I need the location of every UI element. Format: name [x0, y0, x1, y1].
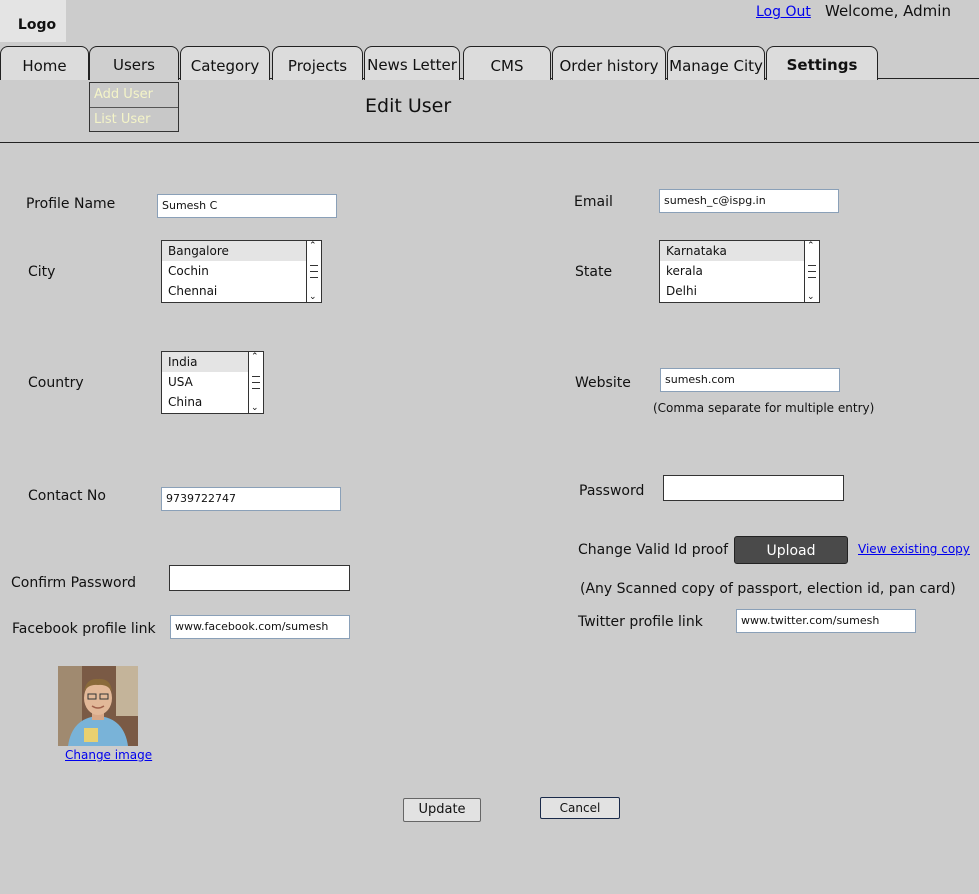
- password-input[interactable]: [663, 475, 844, 501]
- tab-users[interactable]: Users: [89, 46, 179, 80]
- tab-home[interactable]: Home: [0, 46, 89, 80]
- scroll-down-icon[interactable]: ⌄: [251, 403, 259, 413]
- tab-settings[interactable]: Settings: [766, 46, 878, 80]
- tab-cms[interactable]: CMS: [463, 46, 551, 80]
- website-hint: (Comma separate for multiple entry): [653, 401, 875, 415]
- update-button[interactable]: Update: [403, 798, 481, 822]
- state-listbox[interactable]: Karnataka kerala Delhi ⌃ ⌄: [659, 240, 820, 303]
- scroll-up-icon[interactable]: ⌃: [807, 241, 815, 251]
- tab-projects[interactable]: Projects: [272, 46, 363, 80]
- city-label: City: [28, 264, 56, 280]
- twitter-input[interactable]: www.twitter.com/sumesh: [736, 609, 916, 633]
- profile-name-input[interactable]: Sumesh C: [157, 194, 337, 218]
- contact-label: Contact No: [28, 488, 106, 504]
- id-proof-label: Change Valid Id proof: [578, 542, 729, 558]
- website-label: Website: [575, 375, 631, 391]
- upload-button[interactable]: Upload: [734, 536, 848, 564]
- profile-photo: [58, 666, 138, 746]
- password-label: Password: [579, 483, 645, 499]
- city-option[interactable]: Cochin: [162, 261, 321, 281]
- menu-item-list-user[interactable]: List User: [90, 108, 178, 132]
- email-input[interactable]: sumesh_c@ispg.in: [659, 189, 839, 213]
- city-listbox[interactable]: Bangalore Cochin Chennai ⌃ ⌄: [161, 240, 322, 303]
- profile-name-label: Profile Name: [26, 196, 116, 212]
- email-label: Email: [574, 194, 613, 210]
- scroll-down-icon[interactable]: ⌄: [309, 292, 317, 302]
- confirm-password-input[interactable]: [169, 565, 350, 591]
- title-divider: [0, 142, 979, 143]
- city-scrollbar[interactable]: ⌃ ⌄: [306, 241, 321, 302]
- facebook-input[interactable]: www.facebook.com/sumesh: [170, 615, 350, 639]
- country-scrollbar[interactable]: ⌃ ⌄: [248, 352, 263, 413]
- state-scrollbar[interactable]: ⌃ ⌄: [804, 241, 819, 302]
- city-option[interactable]: Bangalore: [162, 241, 321, 261]
- state-option[interactable]: Karnataka: [660, 241, 819, 261]
- welcome-text: Welcome, Admin: [825, 2, 951, 20]
- city-option[interactable]: Chennai: [162, 281, 321, 301]
- page-title: Edit User: [365, 95, 452, 117]
- state-option[interactable]: Delhi: [660, 281, 819, 301]
- confirm-password-label: Confirm Password: [11, 575, 137, 591]
- tab-newsletter[interactable]: News Letter: [364, 46, 460, 80]
- facebook-label: Facebook profile link: [12, 621, 156, 637]
- id-proof-hint: (Any Scanned copy of passport, election …: [580, 581, 956, 597]
- change-image-link[interactable]: Change image: [65, 748, 152, 762]
- logo: Logo: [0, 0, 66, 42]
- users-dropdown-menu: Add User List User: [89, 82, 179, 132]
- menu-item-add-user[interactable]: Add User: [90, 83, 178, 108]
- view-existing-copy-link[interactable]: View existing copy: [858, 542, 970, 556]
- state-label: State: [575, 264, 613, 280]
- tab-manage-city[interactable]: Manage City: [667, 46, 765, 80]
- twitter-label: Twitter profile link: [578, 614, 703, 630]
- contact-input[interactable]: 9739722747: [161, 487, 341, 511]
- tab-category[interactable]: Category: [180, 46, 270, 80]
- country-listbox[interactable]: India USA China ⌃ ⌄: [161, 351, 264, 414]
- scroll-up-icon[interactable]: ⌃: [251, 352, 259, 362]
- scroll-down-icon[interactable]: ⌄: [807, 292, 815, 302]
- state-option[interactable]: kerala: [660, 261, 819, 281]
- logout-link[interactable]: Log Out: [756, 4, 811, 20]
- country-label: Country: [28, 375, 84, 391]
- scroll-up-icon[interactable]: ⌃: [309, 241, 317, 251]
- tab-order-history[interactable]: Order history: [552, 46, 666, 80]
- website-input[interactable]: sumesh.com: [660, 368, 840, 392]
- cancel-button[interactable]: Cancel: [540, 797, 620, 819]
